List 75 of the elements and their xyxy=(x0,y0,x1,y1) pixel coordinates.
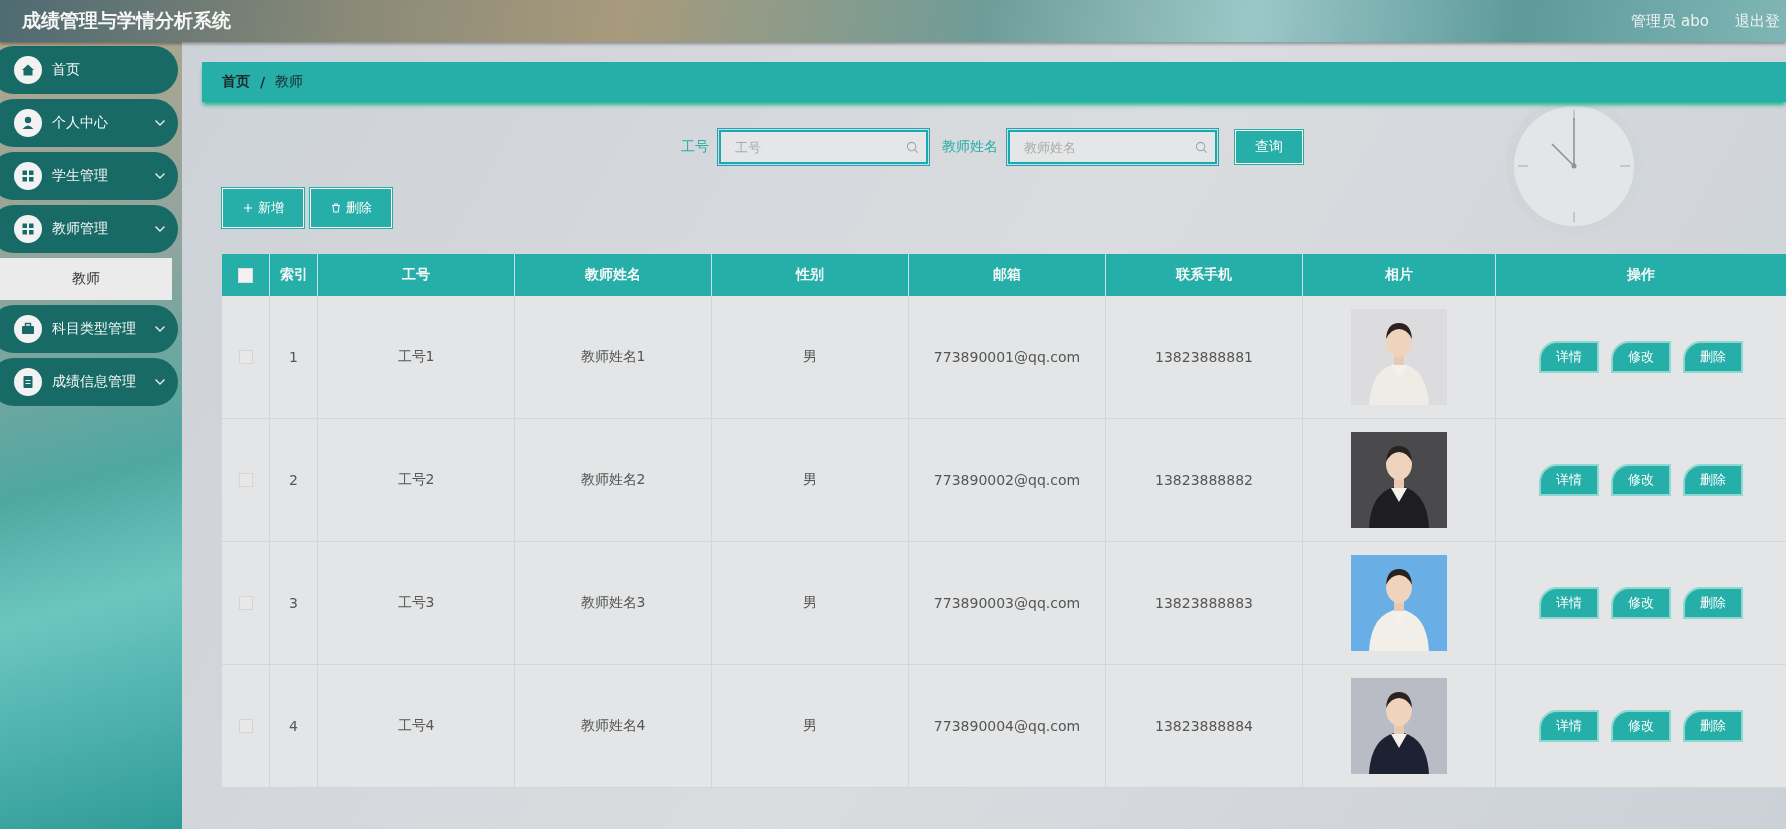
column-header: 工号 xyxy=(318,254,515,296)
sidebar-item[interactable]: 个人中心 xyxy=(0,99,178,147)
query-button[interactable]: 查询 xyxy=(1234,130,1303,164)
field-label: 教师姓名 xyxy=(941,138,998,156)
column-header: 邮箱 xyxy=(909,254,1106,296)
details-button[interactable]: 详情 xyxy=(1539,341,1599,373)
search-field[interactable]: 工号 xyxy=(718,130,928,164)
table-cell: 2 xyxy=(289,472,298,488)
table-cell: 773890001@qq.com xyxy=(933,349,1081,365)
table-cell: 773890003@qq.com xyxy=(933,595,1081,611)
edit-button[interactable]: 修改 xyxy=(1611,341,1671,373)
table-cell: 男 xyxy=(803,594,817,612)
table-cell: 3 xyxy=(289,595,298,611)
search-icon xyxy=(1194,141,1208,154)
table-cell: 工号4 xyxy=(397,717,435,735)
select-all-checkbox[interactable] xyxy=(238,267,253,283)
search-field[interactable]: 教师姓名 xyxy=(1007,130,1217,164)
breadcrumb-current: 教师 xyxy=(275,73,304,91)
table-cell: 工号2 xyxy=(397,471,435,489)
search-icon xyxy=(905,141,919,154)
table-cell: 13823888881 xyxy=(1155,349,1253,365)
sidebar-subitem[interactable]: 教师 xyxy=(0,258,172,300)
table-cell: 教师姓名2 xyxy=(580,471,646,489)
table-cell: 13823888882 xyxy=(1155,472,1253,488)
add-button[interactable]: 新增 xyxy=(222,188,304,228)
details-button[interactable]: 详情 xyxy=(1539,710,1599,742)
column-header: 操作 xyxy=(1626,265,1656,284)
column-header: 相片 xyxy=(1303,254,1496,296)
briefcase-icon xyxy=(14,315,42,343)
details-button[interactable]: 详情 xyxy=(1539,464,1599,496)
table-cell: 773890004@qq.com xyxy=(933,718,1081,734)
column-header: 教师姓名 xyxy=(515,254,712,296)
table-cell: 13823888884 xyxy=(1155,718,1253,734)
delete-button[interactable]: 删除 xyxy=(310,188,392,228)
table-cell: 工号3 xyxy=(397,594,435,612)
table-cell: 4 xyxy=(289,718,298,734)
edit-button[interactable]: 修改 xyxy=(1611,587,1671,619)
table-cell: 教师姓名4 xyxy=(580,717,646,735)
sidebar-item[interactable]: 教师管理 xyxy=(0,205,178,253)
table-cell: 男 xyxy=(803,717,817,735)
column-header: 性别 xyxy=(712,254,909,296)
clipboard-icon xyxy=(14,368,42,396)
sidebar-item[interactable]: 成绩信息管理 xyxy=(0,358,178,406)
column-header: 联系手机 xyxy=(1106,254,1303,296)
sidebar-item[interactable]: 首页 xyxy=(0,46,178,94)
edit-button[interactable]: 修改 xyxy=(1611,464,1671,496)
app-title: 成绩管理与学情分析系统 xyxy=(22,8,232,33)
column-header: 索引 xyxy=(270,254,318,296)
table-cell: 1 xyxy=(289,349,298,365)
grid-icon xyxy=(14,215,42,243)
details-button[interactable]: 详情 xyxy=(1539,587,1599,619)
logout-link[interactable]: 退出登 xyxy=(1735,11,1780,31)
table-cell: 教师姓名3 xyxy=(580,594,646,612)
table-cell: 男 xyxy=(803,471,817,489)
field-label: 工号 xyxy=(680,138,709,156)
trash-icon xyxy=(330,203,341,213)
sidebar-item[interactable]: 学生管理 xyxy=(0,152,178,200)
table-cell: 13823888883 xyxy=(1155,595,1253,611)
delete-button[interactable]: 删除 xyxy=(1683,710,1743,742)
sidebar-item[interactable]: 科目类型管理 xyxy=(0,305,178,353)
user-label: 管理员 abo xyxy=(1631,11,1709,31)
edit-button[interactable]: 修改 xyxy=(1611,710,1671,742)
breadcrumb-separator: / xyxy=(260,74,266,90)
table-cell: 男 xyxy=(803,348,817,366)
breadcrumb-link[interactable]: 首页 xyxy=(222,73,250,91)
table-cell: 工号1 xyxy=(397,348,435,366)
table-cell: 教师姓名1 xyxy=(580,348,646,366)
user-icon xyxy=(14,109,42,137)
delete-button[interactable]: 删除 xyxy=(1683,341,1743,373)
plus-icon xyxy=(242,203,253,213)
home-icon xyxy=(14,56,42,84)
delete-button[interactable]: 删除 xyxy=(1683,464,1743,496)
table-cell: 773890002@qq.com xyxy=(933,472,1081,488)
grid-icon xyxy=(14,162,42,190)
delete-button[interactable]: 删除 xyxy=(1683,587,1743,619)
